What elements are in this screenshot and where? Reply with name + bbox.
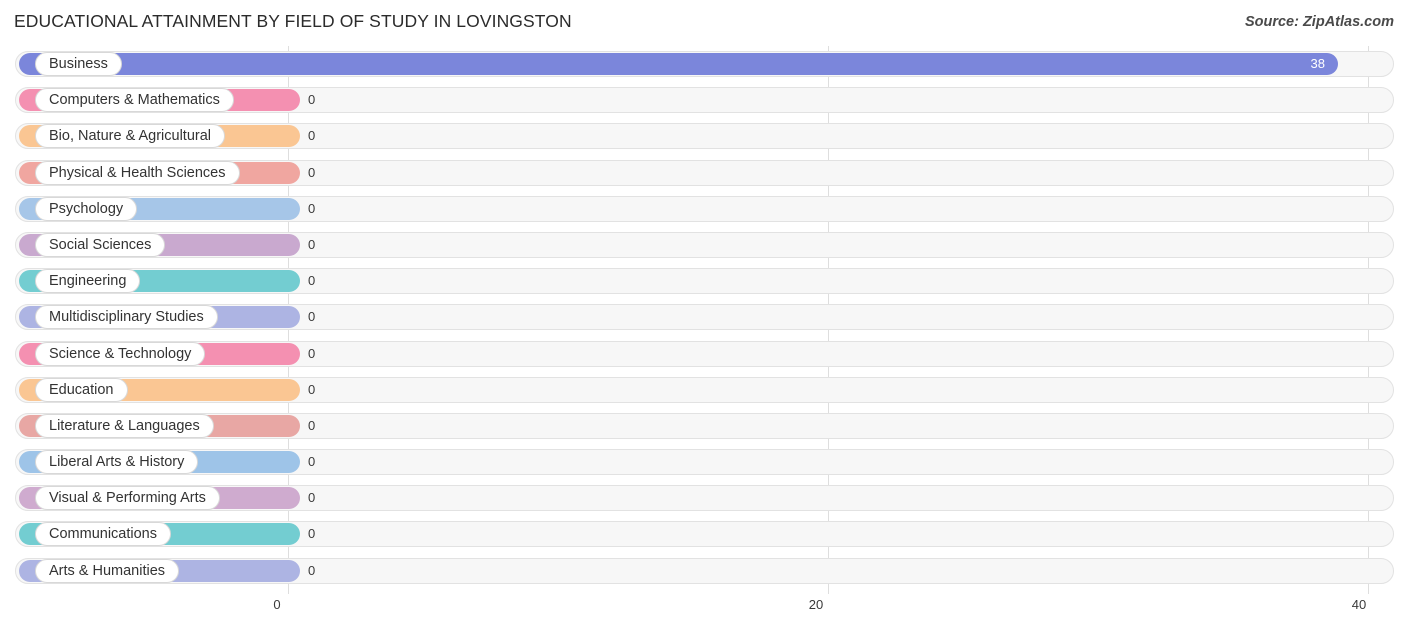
bar-row[interactable]: 0 Computers & Mathematics [0,82,1406,118]
chart-page: EDUCATIONAL ATTAINMENT BY FIELD OF STUDY… [0,0,1406,632]
bar-rows: 38 Business 0 Computers & Mathematics 0 Bio, … [0,46,1406,589]
bar-value-label: 0 [308,164,316,180]
bar-value-label: 38 [1310,56,1325,71]
bar-value-label: 0 [308,128,316,144]
bar-category-label[interactable]: Communications [35,522,171,547]
bar-row[interactable]: 0 Social Sciences [0,227,1406,263]
bar-row[interactable]: 0 Bio, Nature & Agricultural [0,118,1406,154]
bar-row[interactable]: 0 Literature & Languages [0,408,1406,444]
chart-header: EDUCATIONAL ATTAINMENT BY FIELD OF STUDY… [0,0,1406,46]
bar-row[interactable]: 0 Education [0,372,1406,408]
bar-category-label[interactable]: Social Sciences [35,232,166,257]
source-attribution: Source: ZipAtlas.com [1244,14,1394,30]
page-title: EDUCATIONAL ATTAINMENT BY FIELD OF STUDY… [14,11,572,31]
bar-value-label: 0 [308,236,316,252]
bar-category-label[interactable]: Education [35,377,128,402]
plot-area: 38 Business 0 Computers & Mathematics 0 Bio, … [0,46,1406,594]
bar-value-label: 0 [308,454,316,470]
bar-category-label[interactable]: Psychology [35,196,138,221]
x-tick-label: 0 [273,597,281,612]
bar-category-label[interactable]: Liberal Arts & History [35,450,199,475]
bar-value-label: 0 [308,562,316,578]
bar-category-label[interactable]: Science & Technology [35,341,206,366]
bar-category-label[interactable]: Visual & Performing Arts [35,486,220,511]
bar-row[interactable]: 0 Liberal Arts & History [0,444,1406,480]
bar-row[interactable]: 0 Arts & Humanities [0,553,1406,589]
bar-value-label: 0 [308,526,316,542]
x-tick-label: 40 [1351,597,1367,612]
bar-row[interactable]: 0 Psychology [0,191,1406,227]
bar-value-label: 0 [308,345,316,361]
x-axis: 0 20 40 [0,594,1406,632]
bar-category-label[interactable]: Multidisciplinary Studies [35,305,218,330]
bar-category-label[interactable]: Engineering [35,269,141,294]
bar-value-label: 0 [308,200,316,216]
bar-value-label: 0 [308,92,316,108]
bar-row[interactable]: 0 Communications [0,516,1406,552]
bar-category-label[interactable]: Physical & Health Sciences [35,160,240,185]
bar-category-label[interactable]: Business [35,52,122,76]
bar-category-label[interactable]: Literature & Languages [35,413,214,438]
bar-value-label: 0 [308,490,316,506]
bar-category-label[interactable]: Arts & Humanities [35,558,180,583]
bar-category-label[interactable]: Computers & Mathematics [35,88,234,113]
bar-value-label: 0 [308,273,316,289]
bar-value-label: 0 [308,417,316,433]
bar-value-label: 0 [308,381,316,397]
bar-row[interactable]: 0 Physical & Health Sciences [0,155,1406,191]
bar-row[interactable]: 38 Business [0,46,1406,82]
bar-value-label: 0 [308,309,316,325]
bar[interactable]: 38 [19,53,1338,75]
bar-row[interactable]: 0 Science & Technology [0,336,1406,372]
x-tick-label: 20 [808,597,824,612]
bar-category-label[interactable]: Bio, Nature & Agricultural [35,124,225,149]
bar-row[interactable]: 0 Multidisciplinary Studies [0,299,1406,335]
bar-row[interactable]: 0 Visual & Performing Arts [0,480,1406,516]
bar-row[interactable]: 0 Engineering [0,263,1406,299]
